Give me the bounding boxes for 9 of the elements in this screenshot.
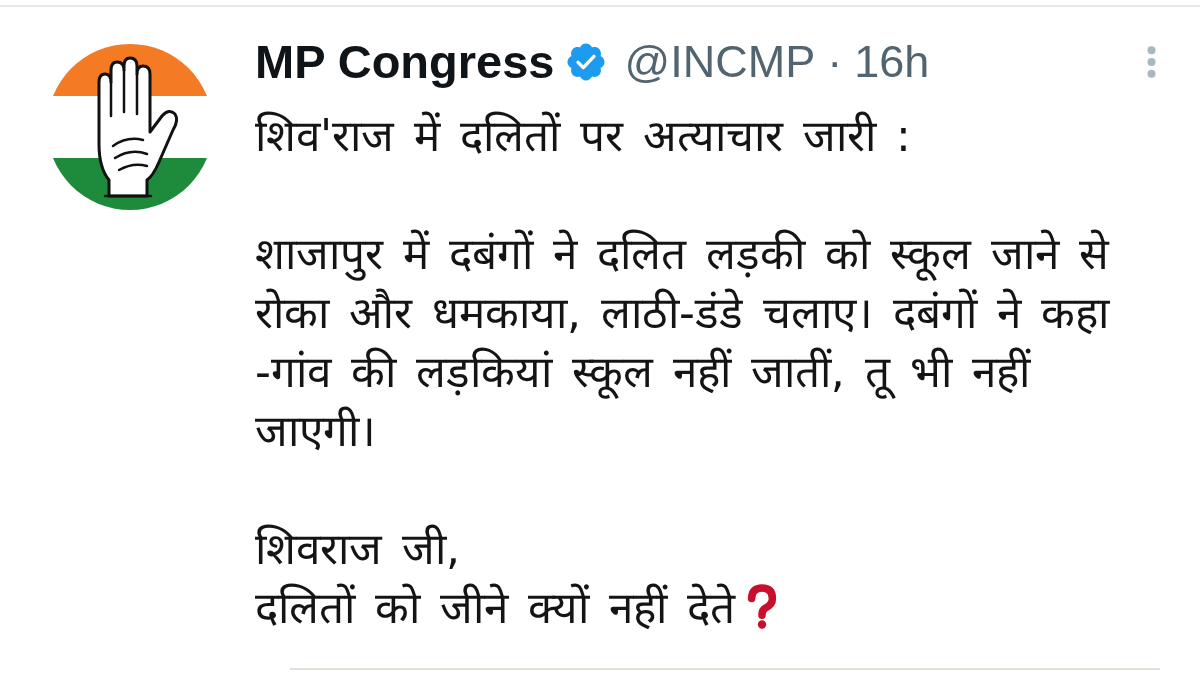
post-time[interactable]: 16h <box>854 34 930 90</box>
post-text: शिवराज जी, दलितों को जीने क्यों नहीं देते <box>255 523 735 633</box>
account-handle[interactable]: @INCMP <box>624 34 816 90</box>
post-text: शिव'राज में दलितों पर अत्याचार जारी : <box>255 110 911 161</box>
account-name[interactable]: MP Congress <box>255 34 555 90</box>
post-text: शाजापुर में दबंगों ने दलित लड़की को स्कूल जाने से रोका और धमकाया, लाठी-डंडे चलाए। दबंगों ने कहा -गांव की लड़कियां स्कूल नहीं जातीं, तू भी नहीं जाएगी। <box>255 228 1109 456</box>
more-options-icon[interactable] <box>1147 45 1156 79</box>
meta-separator: · <box>827 35 843 89</box>
question-mark-icon <box>746 584 777 629</box>
